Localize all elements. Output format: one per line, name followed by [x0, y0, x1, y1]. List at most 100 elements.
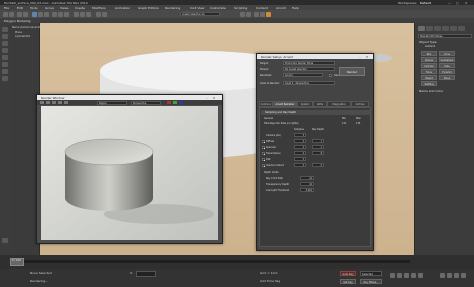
align-icon[interactable]	[102, 11, 107, 17]
pan-icon[interactable]	[447, 273, 452, 278]
scene-item-cylinder[interactable]: Cylinder001	[15, 35, 30, 38]
diffuse-checkbox[interactable]	[262, 140, 265, 143]
preset-combo[interactable]: No preset selected	[283, 67, 335, 71]
select-by-name-icon[interactable]	[38, 11, 43, 17]
cone-button[interactable]: Cone	[439, 51, 455, 56]
copy-image-icon[interactable]	[46, 100, 50, 105]
ray-limit-total-spinner[interactable]: 10	[300, 176, 314, 180]
percent-snap-icon[interactable]	[86, 11, 91, 17]
primitive-type-combo[interactable]: Standard Primitives	[418, 34, 472, 38]
green-channel-icon[interactable]	[173, 100, 177, 105]
render-production-icon[interactable]	[266, 11, 271, 17]
lights-filter-icon[interactable]	[2, 55, 8, 60]
teapot-button[interactable]: Teapot	[421, 75, 437, 80]
selection-set-combo[interactable]: Create Selection Se	[180, 12, 220, 16]
tube-button[interactable]: Tube	[439, 63, 455, 68]
transmission-depth[interactable]: 8	[312, 151, 324, 155]
render-setup-close-button[interactable]: ✕	[365, 55, 369, 59]
spacewarps-filter-icon[interactable]	[2, 76, 8, 81]
area-to-render-combo[interactable]: Region	[97, 100, 127, 105]
shapes-filter-icon[interactable]	[2, 48, 8, 53]
link-icon[interactable]	[17, 11, 22, 17]
display-none-icon[interactable]	[2, 34, 8, 39]
sphere-button[interactable]: Sphere	[421, 57, 437, 62]
schematic-view-icon[interactable]	[240, 11, 245, 17]
blue-channel-icon[interactable]	[179, 100, 183, 105]
view-to-render-combo[interactable]: Quad 4 - Perspective	[283, 81, 335, 85]
print-icon[interactable]	[58, 100, 62, 105]
diffuse-samples[interactable]: 2	[294, 139, 306, 143]
scene-item-plane[interactable]: Plane	[15, 31, 22, 34]
layer-explorer-icon[interactable]	[2, 238, 8, 243]
volume-indirect-checkbox[interactable]	[262, 164, 265, 167]
sss-checkbox[interactable]	[262, 158, 265, 161]
render-setup-icon[interactable]	[254, 11, 259, 17]
close-button[interactable]: ✕	[465, 1, 468, 5]
add-time-tag[interactable]: Add Time Tag	[260, 279, 280, 283]
renderer-combo[interactable]: Arnold	[283, 73, 323, 77]
mirror-icon[interactable]	[96, 11, 101, 17]
target-combo[interactable]: Production Render Mode	[283, 61, 335, 65]
torus-button[interactable]: Torus	[421, 69, 437, 74]
rotate-icon[interactable]	[58, 11, 63, 17]
low-light-threshold-spinner[interactable]: 0.001	[300, 188, 314, 192]
workspace-value[interactable]: Default	[420, 1, 431, 5]
render-frame-window-icon[interactable]	[260, 11, 265, 17]
auto-key-button[interactable]: Auto Key	[340, 271, 356, 276]
geosphere-button[interactable]: GeoSphere	[439, 57, 455, 62]
display-tab-icon[interactable]	[450, 26, 457, 31]
diffuse-depth[interactable]: 1	[312, 139, 324, 143]
undo-icon[interactable]	[3, 11, 8, 17]
maximize-viewport-icon[interactable]	[461, 273, 466, 278]
transmission-checkbox[interactable]	[262, 152, 265, 155]
save-file-checkbox[interactable]	[329, 74, 332, 77]
set-key-button[interactable]: Set Key	[340, 279, 356, 284]
sss-samples[interactable]: 2	[294, 157, 306, 161]
volume-indirect-depth[interactable]: 0	[312, 163, 324, 167]
box-button[interactable]: Box	[421, 51, 437, 56]
snap-icon[interactable]	[74, 11, 79, 17]
specular-samples[interactable]: 2	[294, 145, 306, 149]
select-object-icon[interactable]	[32, 11, 37, 17]
specular-checkbox[interactable]	[262, 146, 265, 149]
redo-icon[interactable]	[9, 11, 14, 17]
material-editor-icon[interactable]	[246, 11, 251, 17]
object-type-header[interactable]: Object Type	[419, 40, 437, 44]
volume-indirect-samples[interactable]: 2	[294, 163, 306, 167]
textplus-button[interactable]: TextPlus	[421, 81, 437, 86]
cylinder-button[interactable]: Cylinder	[421, 63, 437, 68]
minimize-button[interactable]: —	[448, 1, 451, 5]
modify-tab-icon[interactable]	[426, 26, 433, 31]
viewport-combo[interactable]: Perspective	[131, 100, 161, 105]
cameras-filter-icon[interactable]	[2, 62, 8, 67]
pyramid-button[interactable]: Pyramid	[439, 69, 455, 74]
x-coordinate-field[interactable]	[136, 271, 156, 277]
angle-snap-icon[interactable]	[80, 11, 85, 17]
camera-aa-samples[interactable]: 3	[294, 133, 306, 137]
geometry-filter-icon[interactable]	[2, 41, 8, 46]
transparency-depth-spinner[interactable]: 10	[300, 182, 314, 186]
render-window-close-button[interactable]: ✕	[212, 96, 216, 100]
render-window-minimize-button[interactable]: –	[205, 96, 209, 100]
create-tab-icon[interactable]	[418, 26, 425, 31]
zoom-icon[interactable]	[440, 273, 445, 278]
select-icon[interactable]	[2, 27, 8, 32]
maximize-button[interactable]: □	[456, 1, 459, 5]
red-channel-icon[interactable]	[167, 100, 171, 105]
render-button[interactable]: Render	[339, 67, 365, 76]
sampling-rollout-header[interactable]: Sampling and Ray Depth	[261, 110, 370, 115]
orbit-icon[interactable]	[454, 273, 459, 278]
go-to-end-icon[interactable]	[418, 273, 423, 278]
time-slider-track[interactable]	[10, 260, 410, 263]
next-frame-icon[interactable]	[411, 273, 416, 278]
autogrid-label[interactable]: AutoGrid	[425, 45, 435, 48]
unlink-icon[interactable]	[23, 11, 28, 17]
key-mode-combo[interactable]: Selected	[360, 271, 382, 276]
motion-tab-icon[interactable]	[442, 26, 449, 31]
move-icon[interactable]	[52, 11, 57, 17]
render-setup-minimize-button[interactable]: –	[358, 55, 362, 59]
rect-selection-icon[interactable]	[44, 11, 49, 17]
transmission-samples[interactable]: 2	[294, 151, 306, 155]
go-to-start-icon[interactable]	[390, 273, 395, 278]
clear-icon[interactable]	[64, 100, 68, 105]
